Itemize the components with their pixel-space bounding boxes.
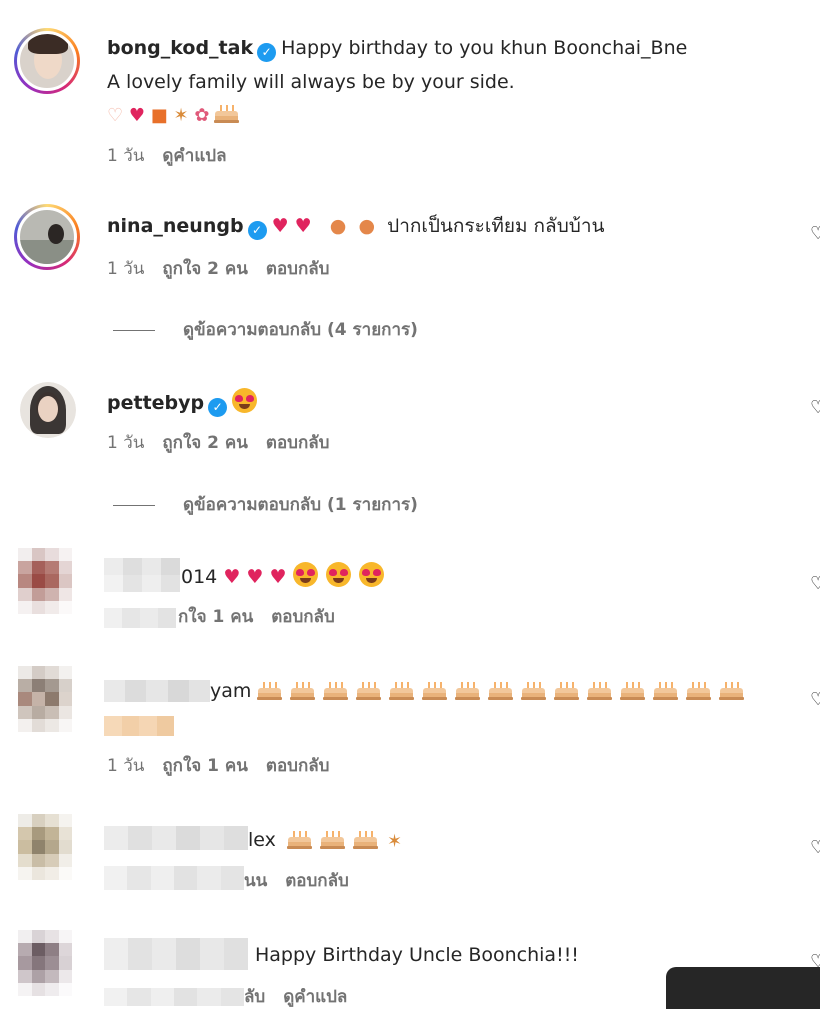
username[interactable]: bong_kod_tak — [107, 37, 253, 59]
view-replies-button[interactable]: ดูข้อความตอบกลับ (1 รายการ) — [113, 494, 418, 516]
likes-count[interactable]: นน — [244, 871, 267, 891]
cake-emojis: ✶ — [287, 831, 402, 852]
heart-outline-icon[interactable]: ♡ — [810, 576, 820, 592]
comment-time: 1 วัน — [107, 433, 145, 453]
likes-count[interactable]: ถูกใจ 1 คน — [162, 756, 248, 776]
username-pixelated — [104, 938, 248, 970]
comment-text: Happy Birthday Uncle Boonchia!!! — [255, 944, 579, 966]
reply-button[interactable]: ตอบกลับ — [266, 259, 330, 279]
comment-time: 1 วัน — [107, 756, 145, 776]
likes-count[interactable]: ถูกใจ 2 คน — [162, 433, 248, 453]
username-fragment[interactable]: 014 — [181, 566, 217, 588]
translate-button[interactable]: ดูคำแปล — [162, 146, 226, 166]
avatar-pixelated[interactable] — [18, 814, 72, 880]
heart-eyes-emoji — [292, 562, 318, 587]
username-pixelated — [104, 680, 210, 702]
comment-text: ปากเป็นกระเทียม กลับบ้าน — [387, 215, 605, 237]
verified-badge-icon: ✓ — [247, 221, 267, 240]
likes-count[interactable]: ถูกใจ 2 คน — [162, 259, 248, 279]
comment-time: 1 วัน — [107, 146, 145, 166]
meta-pixelated — [104, 988, 244, 1006]
avatar[interactable] — [14, 28, 80, 94]
avatar[interactable] — [20, 382, 76, 438]
heart-emoji: ♥ ♥ — [271, 215, 312, 237]
heart-outline-icon[interactable]: ♡ — [810, 400, 820, 416]
translate-button[interactable]: ดูคำแปล — [283, 987, 347, 1007]
verified-badge-icon: ✓ — [208, 398, 228, 417]
reply-button[interactable]: ตอบกลับ — [285, 871, 349, 891]
time-pixelated — [104, 608, 176, 628]
text-pixelated — [104, 716, 174, 736]
username-fragment[interactable]: lex — [248, 829, 276, 851]
avatar-pixelated[interactable] — [18, 666, 72, 732]
reply-button[interactable]: ตอบกลับ — [266, 433, 330, 453]
heart-outline-icon[interactable]: ♡ — [810, 226, 820, 242]
heart-outline-icon[interactable]: ♡ — [810, 840, 820, 856]
heart-eyes-emoji — [358, 562, 384, 587]
likes-count[interactable]: ลับ — [244, 987, 265, 1007]
comment-emojis: ♡ ♥ ■ ✶ ✿ — [107, 103, 248, 129]
likes-count[interactable]: กใจ 1 คน — [178, 607, 253, 627]
replies-divider — [113, 329, 155, 331]
view-replies-label: ดูข้อความตอบกลับ (1 รายการ) — [183, 495, 418, 515]
reply-button[interactable]: ตอบกลับ — [266, 756, 330, 776]
username[interactable]: pettebyp — [107, 392, 204, 414]
verified-badge-icon: ✓ — [257, 43, 277, 62]
username-pixelated — [104, 826, 248, 850]
username[interactable]: nina_neungb — [107, 215, 244, 237]
bowl-emoji: ● ● — [329, 215, 376, 237]
heart-emoji: ♥ ♥ ♥ — [223, 566, 287, 588]
cake-emojis — [257, 682, 753, 702]
comment-time: 1 วัน — [107, 259, 145, 279]
username-fragment[interactable]: yam — [210, 680, 251, 702]
meta-pixelated — [104, 866, 244, 890]
username-pixelated — [104, 558, 180, 592]
reply-button[interactable]: ตอบกลับ — [271, 607, 335, 627]
overlay-panel[interactable] — [666, 967, 820, 1009]
avatar-pixelated[interactable] — [18, 930, 72, 996]
view-replies-button[interactable]: ดูข้อความตอบกลับ (4 รายการ) — [113, 319, 418, 341]
view-replies-label: ดูข้อความตอบกลับ (4 รายการ) — [183, 320, 418, 340]
comment-text: Happy birthday to you khun Boonchai_Bne — [281, 37, 688, 59]
avatar-pixelated[interactable] — [18, 548, 72, 614]
heart-outline-icon[interactable]: ♡ — [810, 692, 820, 708]
replies-divider — [113, 504, 155, 506]
comment-text-line2: A lovely family will always be by your s… — [107, 71, 515, 93]
avatar[interactable] — [14, 204, 80, 270]
heart-eyes-emoji — [232, 388, 258, 413]
heart-eyes-emoji — [325, 562, 351, 587]
